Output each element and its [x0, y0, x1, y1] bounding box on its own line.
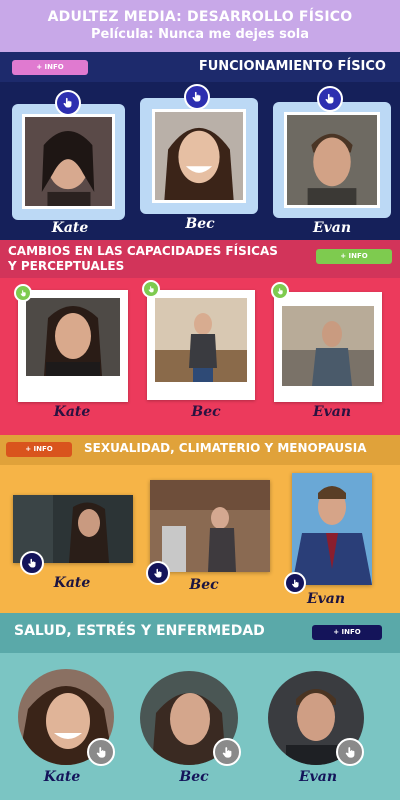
character-name: Evan	[312, 220, 352, 236]
character-name: Evan	[298, 769, 338, 785]
character-name: Kate	[43, 769, 81, 785]
info-button[interactable]: + INFO	[316, 249, 392, 264]
character-name: Bec	[179, 769, 209, 785]
section-sexuality-menopause: + INFO SEXUALIDAD, CLIMATERIO Y MENOPAUS…	[0, 435, 400, 613]
hand-pointer-icon[interactable]	[14, 284, 32, 302]
section-title-line-1: CAMBIOS EN LAS CAPACIDADES FÍSICAS	[8, 244, 278, 258]
evan-photo	[292, 473, 372, 585]
kate-photo	[26, 298, 120, 376]
section-title: SEXUALIDAD, CLIMATERIO Y MENOPAUSIA	[84, 441, 367, 455]
hand-pointer-icon[interactable]	[20, 551, 44, 575]
section-physical-functioning: + INFO FUNCIONAMIENTO FÍSICO Kate Bec Ev…	[0, 52, 400, 240]
character-name: Bec	[191, 404, 221, 420]
character-name: Bec	[185, 216, 215, 232]
info-button[interactable]: + INFO	[12, 60, 88, 75]
character-name: Evan	[312, 404, 352, 420]
info-button[interactable]: + INFO	[6, 442, 72, 457]
page-subtitle: Película: Nunca me dejes sola	[90, 27, 309, 42]
info-button[interactable]: + INFO	[312, 625, 382, 640]
hand-pointer-icon[interactable]	[87, 738, 115, 766]
hand-pointer-icon[interactable]	[146, 561, 170, 585]
section-title: CAMBIOS EN LAS CAPACIDADES FÍSICAS Y PER…	[8, 244, 278, 274]
character-name: Evan	[306, 591, 346, 607]
hand-pointer-icon[interactable]	[213, 738, 241, 766]
page-title: ADULTEZ MEDIA: DESARROLLO FÍSICO	[47, 9, 353, 25]
section-title: FUNCIONAMIENTO FÍSICO	[198, 59, 386, 74]
hand-pointer-icon[interactable]	[55, 90, 81, 116]
bec-photo	[155, 298, 247, 382]
evan-photo	[284, 112, 380, 208]
section-title-line-2: Y PERCEPTUALES	[8, 259, 125, 273]
bec-photo	[150, 480, 270, 572]
hand-pointer-icon[interactable]	[336, 738, 364, 766]
page-header: ADULTEZ MEDIA: DESARROLLO FÍSICO Películ…	[0, 0, 400, 52]
hand-pointer-icon[interactable]	[317, 86, 343, 112]
kate-photo	[22, 114, 115, 209]
bec-photo	[152, 109, 246, 203]
section-health-stress-illness: SALUD, ESTRÉS Y ENFERMEDAD + INFO Kate B…	[0, 613, 400, 800]
hand-pointer-icon[interactable]	[184, 84, 210, 110]
character-name: Kate	[53, 404, 91, 420]
evan-photo	[282, 306, 374, 386]
character-name: Kate	[51, 220, 89, 236]
section-title: SALUD, ESTRÉS Y ENFERMEDAD	[14, 623, 265, 639]
character-name: Bec	[189, 577, 219, 593]
section-physical-perceptual-changes: CAMBIOS EN LAS CAPACIDADES FÍSICAS Y PER…	[0, 240, 400, 435]
hand-pointer-icon[interactable]	[142, 280, 160, 298]
character-name: Kate	[53, 575, 91, 591]
hand-pointer-icon[interactable]	[271, 282, 289, 300]
